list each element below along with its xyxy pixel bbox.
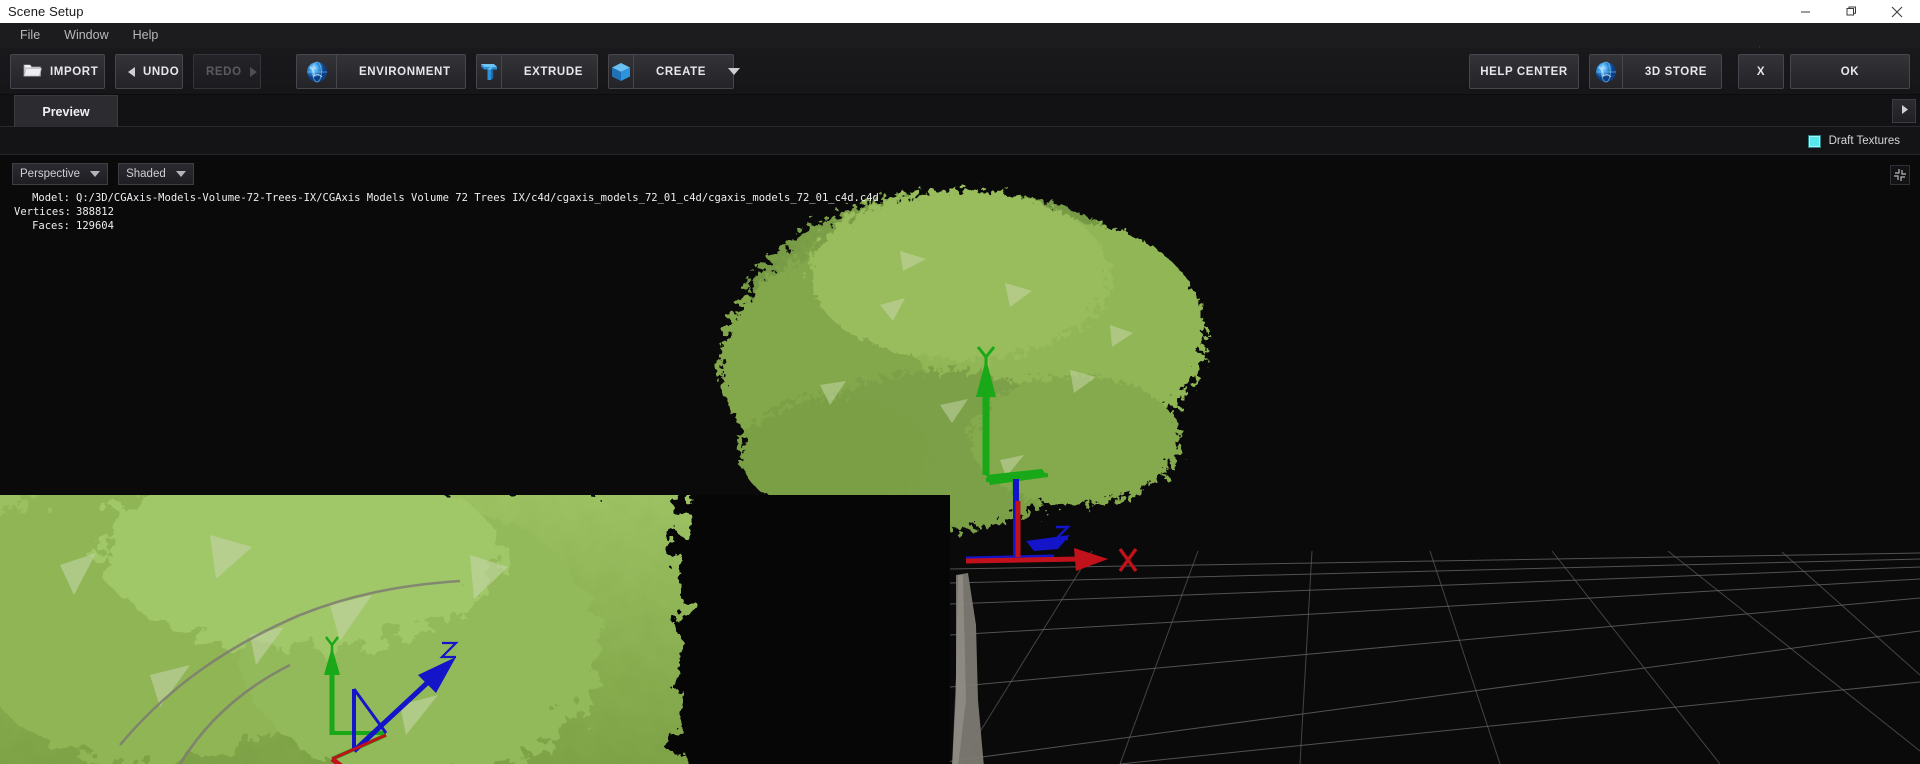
- redo-label: REDO: [206, 65, 242, 78]
- ok-label: OK: [1840, 65, 1860, 78]
- ok-button[interactable]: OK: [1790, 54, 1910, 89]
- draft-textures-checkbox[interactable]: Draft Textures: [1807, 127, 1900, 155]
- main-toolbar: IMPORT UNDO REDO ENVIRONMENT EXTRUDE CRE…: [0, 48, 1920, 95]
- vertices-row: Vertices: 388812: [14, 205, 879, 219]
- globe-icon: [297, 55, 337, 88]
- draft-textures-label: Draft Textures: [1828, 135, 1900, 147]
- tab-scroll-right-button[interactable]: [1892, 99, 1916, 123]
- gizmo-axis-y: [976, 346, 1049, 495]
- environment-button[interactable]: ENVIRONMENT: [296, 54, 466, 89]
- scene-setup-window: Scene Setup File Window Help IMPORT UNDO…: [0, 0, 1920, 764]
- model-path-value: Q:/3D/CGAxis-Models-Volume-72-Trees-IX/C…: [76, 192, 879, 204]
- axis-gizmo-main[interactable]: [930, 335, 1190, 575]
- undo-label: UNDO: [143, 65, 180, 78]
- cancel-label: X: [1756, 65, 1766, 78]
- menu-item-window[interactable]: Window: [52, 23, 120, 48]
- view-mode-label: Perspective: [20, 168, 81, 180]
- view-mode-dropdown[interactable]: Perspective: [12, 163, 109, 185]
- window-controls: [1782, 0, 1920, 23]
- cancel-button[interactable]: X: [1738, 54, 1784, 89]
- tab-preview-label: Preview: [42, 104, 90, 119]
- menu-bar: File Window Help GeForce GTX 1080/PCIe/S…: [0, 23, 1920, 71]
- model-info-overlay: Model: Q:/3D/CGAxis-Models-Volume-72-Tre…: [14, 191, 879, 233]
- shading-mode-dropdown[interactable]: Shaded: [118, 163, 195, 185]
- viewport-controls: Perspective Shaded: [12, 163, 195, 185]
- extrude-button[interactable]: EXTRUDE: [476, 54, 598, 89]
- menu-item-help[interactable]: Help: [121, 23, 171, 48]
- folder-icon: [23, 62, 42, 81]
- gizmo-axis-x: [965, 501, 1138, 572]
- restore-icon[interactable]: [1828, 0, 1874, 23]
- vertices-key: Vertices:: [14, 206, 71, 218]
- shading-mode-label: Shaded: [126, 168, 166, 180]
- chevron-down-icon: [176, 171, 187, 177]
- menu-item-file[interactable]: File: [8, 23, 52, 48]
- 3d-scene: [0, 155, 1920, 764]
- environment-label: ENVIRONMENT: [359, 65, 451, 78]
- checkbox-indicator[interactable]: [1807, 134, 1821, 148]
- gizmo-axis-x: [330, 733, 387, 764]
- import-label: IMPORT: [50, 65, 99, 78]
- 3d-store-button[interactable]: 3D STORE: [1589, 54, 1722, 89]
- help-center-label: HELP CENTER: [1480, 65, 1568, 78]
- model-path-row: Model: Q:/3D/CGAxis-Models-Volume-72-Tre…: [14, 191, 879, 205]
- window-title: Scene Setup: [8, 4, 84, 19]
- preview-viewport[interactable]: Perspective Shaded Model: Q:/3D/CGAxis-M…: [0, 155, 1920, 764]
- redo-button[interactable]: REDO: [193, 54, 261, 89]
- close-icon[interactable]: [1874, 0, 1920, 23]
- viewport-options-bar: Draft Textures: [0, 127, 1920, 155]
- maximize-viewport-icon[interactable]: [1890, 165, 1910, 185]
- import-button[interactable]: IMPORT: [10, 54, 105, 89]
- title-bar: Scene Setup: [0, 0, 1920, 23]
- faces-key: Faces:: [32, 220, 70, 232]
- gizmo-axis-z: [352, 641, 459, 753]
- undo-button[interactable]: UNDO: [115, 54, 183, 89]
- extrude-icon: [477, 55, 502, 88]
- faces-row: Faces: 129604: [14, 219, 879, 233]
- tab-preview[interactable]: Preview: [14, 95, 118, 127]
- extrude-label: EXTRUDE: [523, 65, 583, 78]
- arrow-right-icon: [249, 66, 257, 77]
- model-path-key: Model:: [32, 192, 70, 204]
- chevron-down-icon: [728, 68, 741, 75]
- faces-value: 129604: [76, 220, 114, 232]
- arrow-left-icon: [128, 66, 135, 77]
- minimize-icon[interactable]: [1782, 0, 1828, 23]
- cube-icon: [609, 55, 634, 88]
- chevron-down-icon: [90, 171, 101, 177]
- chevron-right-icon: [1900, 102, 1909, 120]
- create-button[interactable]: CREATE: [608, 54, 741, 89]
- globe-icon: [1590, 55, 1623, 88]
- tab-bar: Preview: [0, 95, 1920, 127]
- axis-gizmo-closeup[interactable]: [290, 625, 490, 764]
- 3d-store-label: 3D STORE: [1644, 65, 1707, 78]
- help-center-button[interactable]: HELP CENTER: [1469, 54, 1579, 89]
- create-label: CREATE: [656, 65, 707, 78]
- vertices-value: 388812: [76, 206, 114, 218]
